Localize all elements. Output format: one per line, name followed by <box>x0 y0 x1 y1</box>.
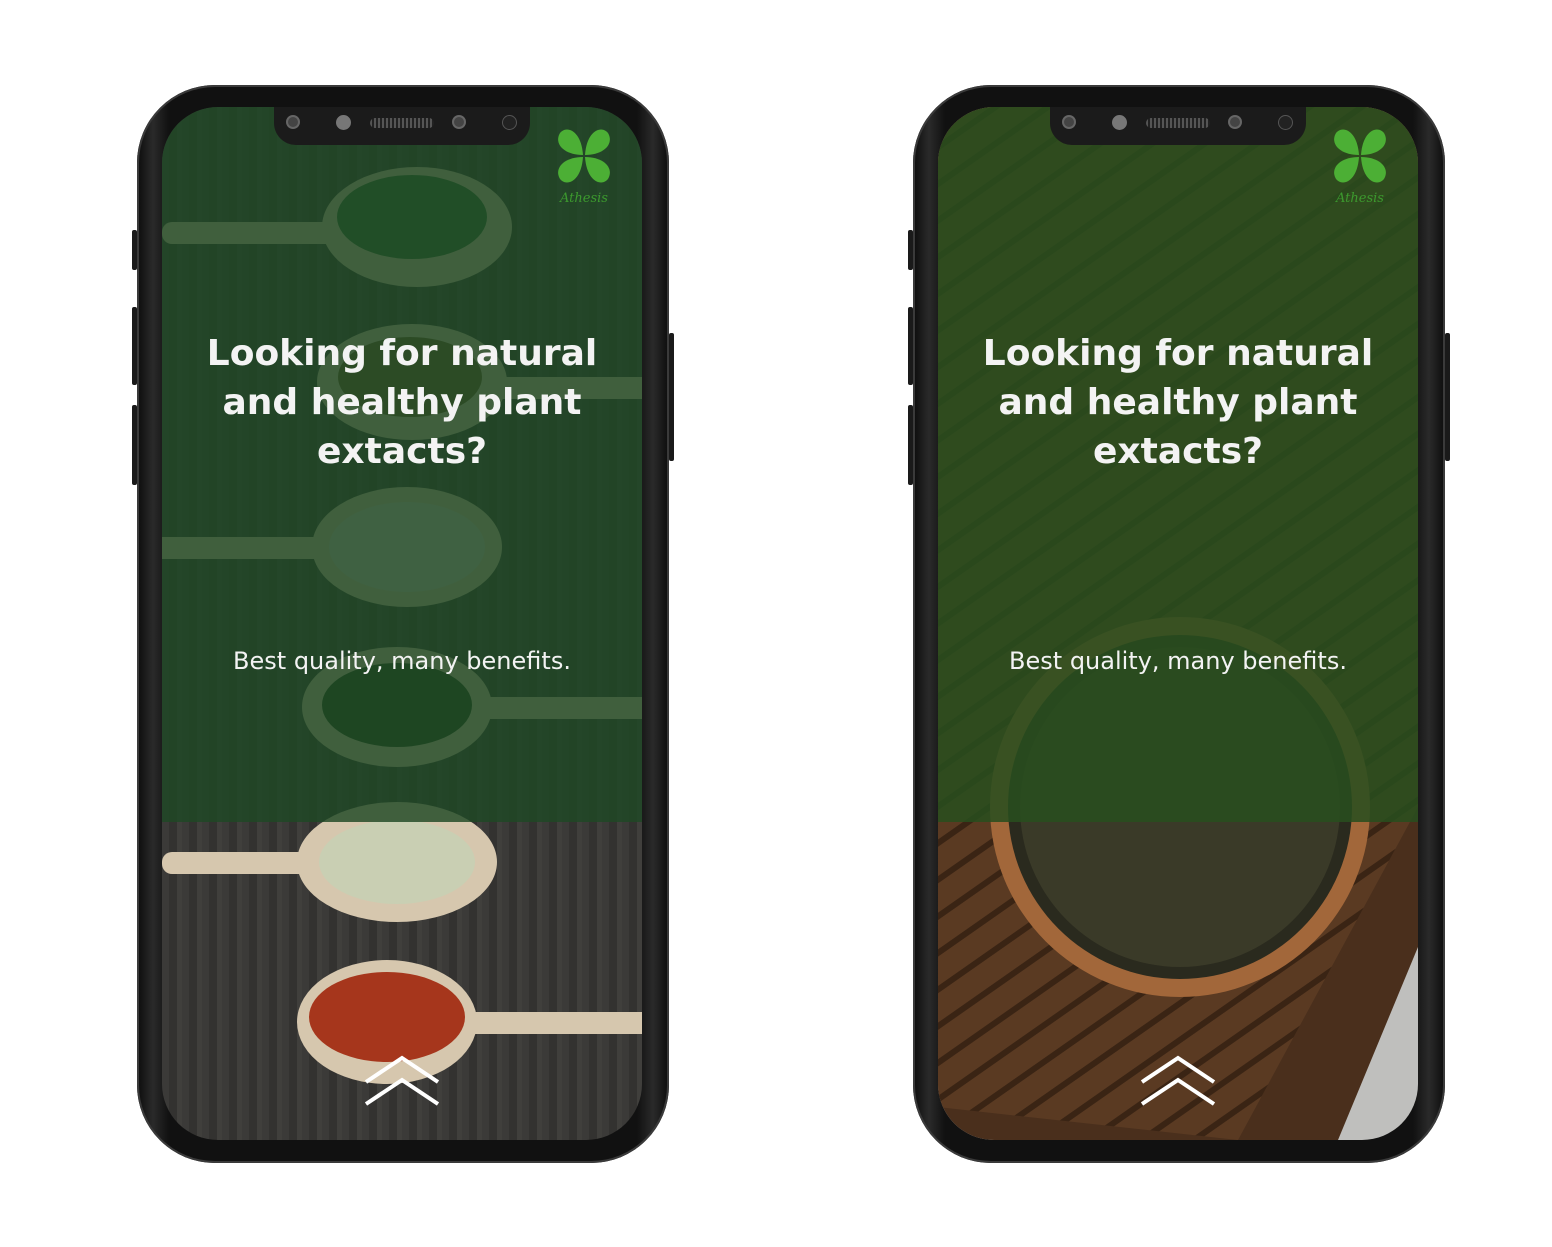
chevron-up-icon[interactable] <box>1138 1052 1218 1108</box>
clover-icon <box>558 129 610 183</box>
athesis-logo[interactable]: Athesis <box>1330 127 1390 206</box>
tagline: Best quality, many benefits. <box>233 647 571 675</box>
app-screen: Athesis Looking for natural and healthy … <box>162 107 642 1140</box>
app-screen: Athesis Looking for natural and healthy … <box>938 107 1418 1140</box>
phone-notch <box>274 107 530 145</box>
brand-name: Athesis <box>560 191 608 206</box>
brand-name: Athesis <box>1336 191 1384 206</box>
phone-notch <box>1050 107 1306 145</box>
phone-mockup-left: Athesis Looking for natural and healthy … <box>132 85 674 1163</box>
headline: Looking for natural and healthy plant ex… <box>206 333 598 472</box>
clover-icon <box>1334 129 1386 183</box>
chevron-up-icon[interactable] <box>362 1052 442 1108</box>
tagline: Best quality, many benefits. <box>1009 647 1347 675</box>
athesis-logo[interactable]: Athesis <box>554 127 614 206</box>
phone-mockup-right: Athesis Looking for natural and healthy … <box>908 85 1450 1163</box>
headline: Looking for natural and healthy plant ex… <box>982 333 1374 472</box>
